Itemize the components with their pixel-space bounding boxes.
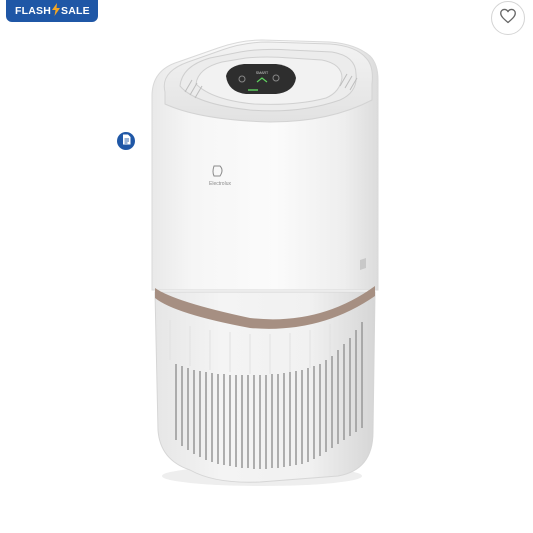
side-handle [360, 258, 366, 270]
brand-label: Electrolux [209, 181, 231, 187]
sale-label: SALE [61, 5, 90, 17]
flash-sale-badge: FLASH SALE [6, 0, 98, 22]
product-image: SMART Electrolux [151, 39, 379, 486]
heart-outline-icon [499, 8, 517, 29]
flash-label: FLASH [15, 5, 51, 17]
panel-label: SMART [256, 71, 269, 75]
spec-document-button[interactable] [117, 132, 135, 150]
wishlist-button[interactable] [491, 1, 525, 35]
product-image-viewer: SMART Electrolux FLASH SALE [0, 0, 533, 533]
document-icon [122, 132, 131, 150]
lightning-bolt-icon [52, 3, 60, 19]
